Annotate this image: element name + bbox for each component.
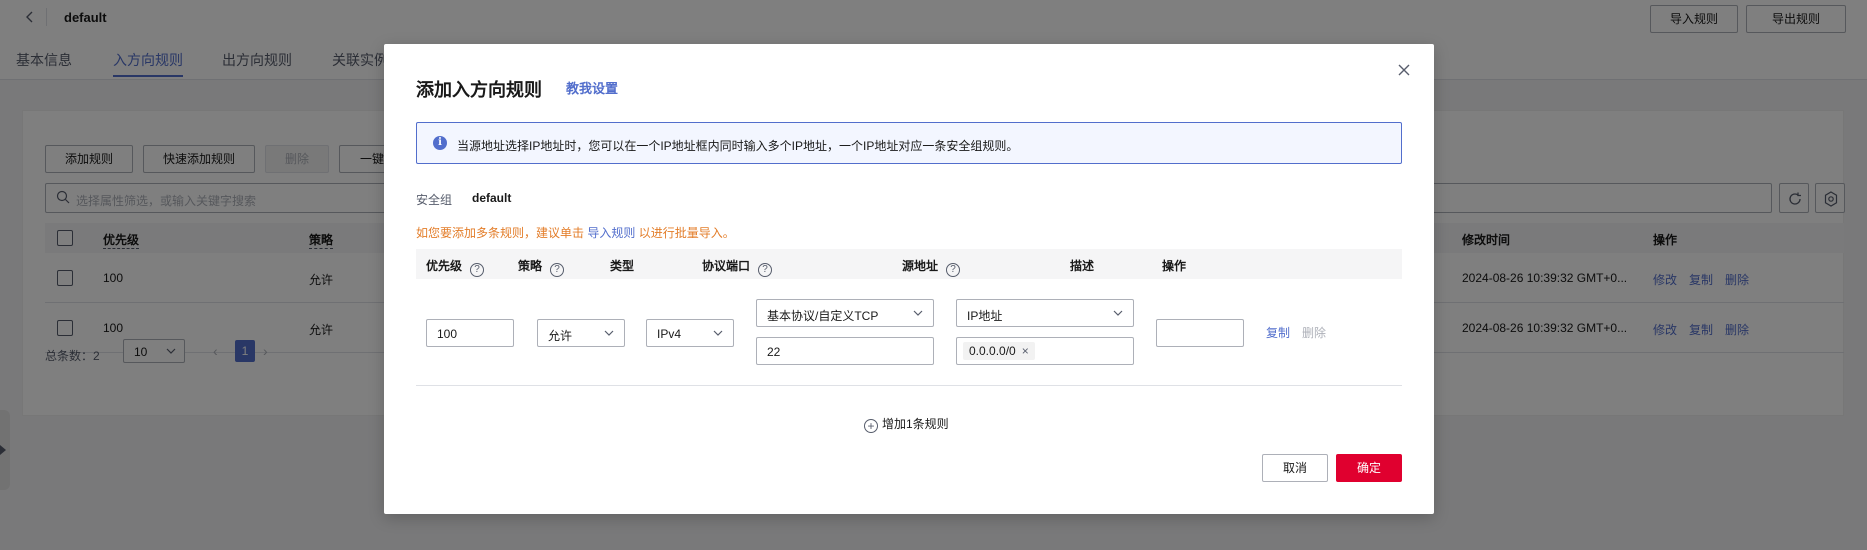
import-rules-link[interactable]: 导入规则 (587, 226, 635, 240)
dialog-title: 添加入方向规则 (416, 80, 542, 100)
help-icon[interactable]: ? (758, 263, 773, 277)
header-policy: 策略? (518, 257, 565, 277)
source-type-select[interactable]: IP地址 (956, 299, 1134, 327)
source-type-value: IP地址 (967, 309, 1003, 323)
chevron-down-icon (913, 310, 923, 316)
priority-value: 100 (437, 327, 458, 341)
remove-tag-icon[interactable]: × (1022, 344, 1029, 358)
type-select[interactable]: IPv4 (646, 319, 734, 347)
bulk-import-hint: 如您要添加多条规则，建议单击 导入规则 以进行批量导入。 (416, 224, 735, 241)
info-icon: i (433, 136, 447, 150)
chevron-down-icon (604, 330, 614, 336)
plus-circle-icon: + (864, 419, 878, 433)
row-divider (416, 385, 1402, 386)
policy-value: 允许 (548, 329, 573, 343)
source-ip-input[interactable]: 0.0.0.0/0 × (956, 337, 1134, 365)
confirm-button[interactable]: 确定 (1336, 454, 1402, 482)
cancel-button[interactable]: 取消 (1262, 454, 1328, 482)
header-port: 协议端口? (702, 257, 773, 277)
header-port-label: 协议端口 (702, 259, 751, 273)
info-banner: i 当源地址选择IP地址时，您可以在一个IP地址框内同时输入多个IP地址，一个I… (416, 122, 1402, 164)
rule-table-header: 优先级? 策略? 类型 协议端口? 源地址? 描述 操作 (416, 249, 1402, 279)
protocol-value: 基本协议/自定义TCP (767, 309, 879, 323)
close-icon[interactable] (1396, 62, 1412, 78)
chevron-down-icon (713, 330, 723, 336)
header-type: 类型 (610, 259, 635, 273)
copy-rule-link[interactable]: 复制 (1266, 324, 1290, 341)
hint-suffix: 以进行批量导入。 (638, 226, 735, 240)
help-icon[interactable]: ? (946, 263, 961, 277)
info-text: 当源地址选择IP地址时，您可以在一个IP地址框内同时输入多个IP地址，一个IP地… (457, 139, 1019, 153)
policy-select[interactable]: 允许 (537, 319, 625, 347)
protocol-select[interactable]: 基本协议/自定义TCP (756, 299, 934, 327)
add-inbound-rule-dialog: 添加入方向规则 教我设置 i 当源地址选择IP地址时，您可以在一个IP地址框内同… (384, 44, 1434, 514)
help-link[interactable]: 教我设置 (566, 78, 618, 97)
help-icon[interactable]: ? (550, 263, 565, 277)
header-source-label: 源地址 (902, 259, 939, 273)
header-priority: 优先级? (426, 257, 485, 277)
ip-tag-label: 0.0.0.0/0 (969, 344, 1016, 358)
hint-prefix: 如您要添加多条规则，建议单击 (416, 226, 585, 240)
security-group-value: default (472, 191, 512, 205)
header-description: 描述 (1070, 259, 1095, 273)
type-value: IPv4 (657, 327, 682, 341)
description-input[interactable] (1156, 319, 1244, 347)
header-priority-label: 优先级 (426, 259, 463, 273)
security-group-label: 安全组 (416, 193, 453, 207)
header-source: 源地址? (902, 257, 961, 277)
help-icon[interactable]: ? (470, 263, 485, 277)
header-action: 操作 (1162, 259, 1187, 273)
priority-input[interactable]: 100 (426, 319, 514, 347)
chevron-down-icon (1113, 310, 1123, 316)
add-one-rule-label: 增加1条规则 (882, 417, 949, 431)
port-input[interactable]: 22 (756, 337, 934, 365)
add-one-rule-button[interactable]: + 增加1条规则 (864, 415, 949, 433)
header-policy-label: 策略 (518, 259, 543, 273)
ip-tag: 0.0.0.0/0 × (963, 342, 1035, 360)
port-value: 22 (767, 345, 781, 359)
delete-rule-link[interactable]: 删除 (1302, 324, 1326, 341)
